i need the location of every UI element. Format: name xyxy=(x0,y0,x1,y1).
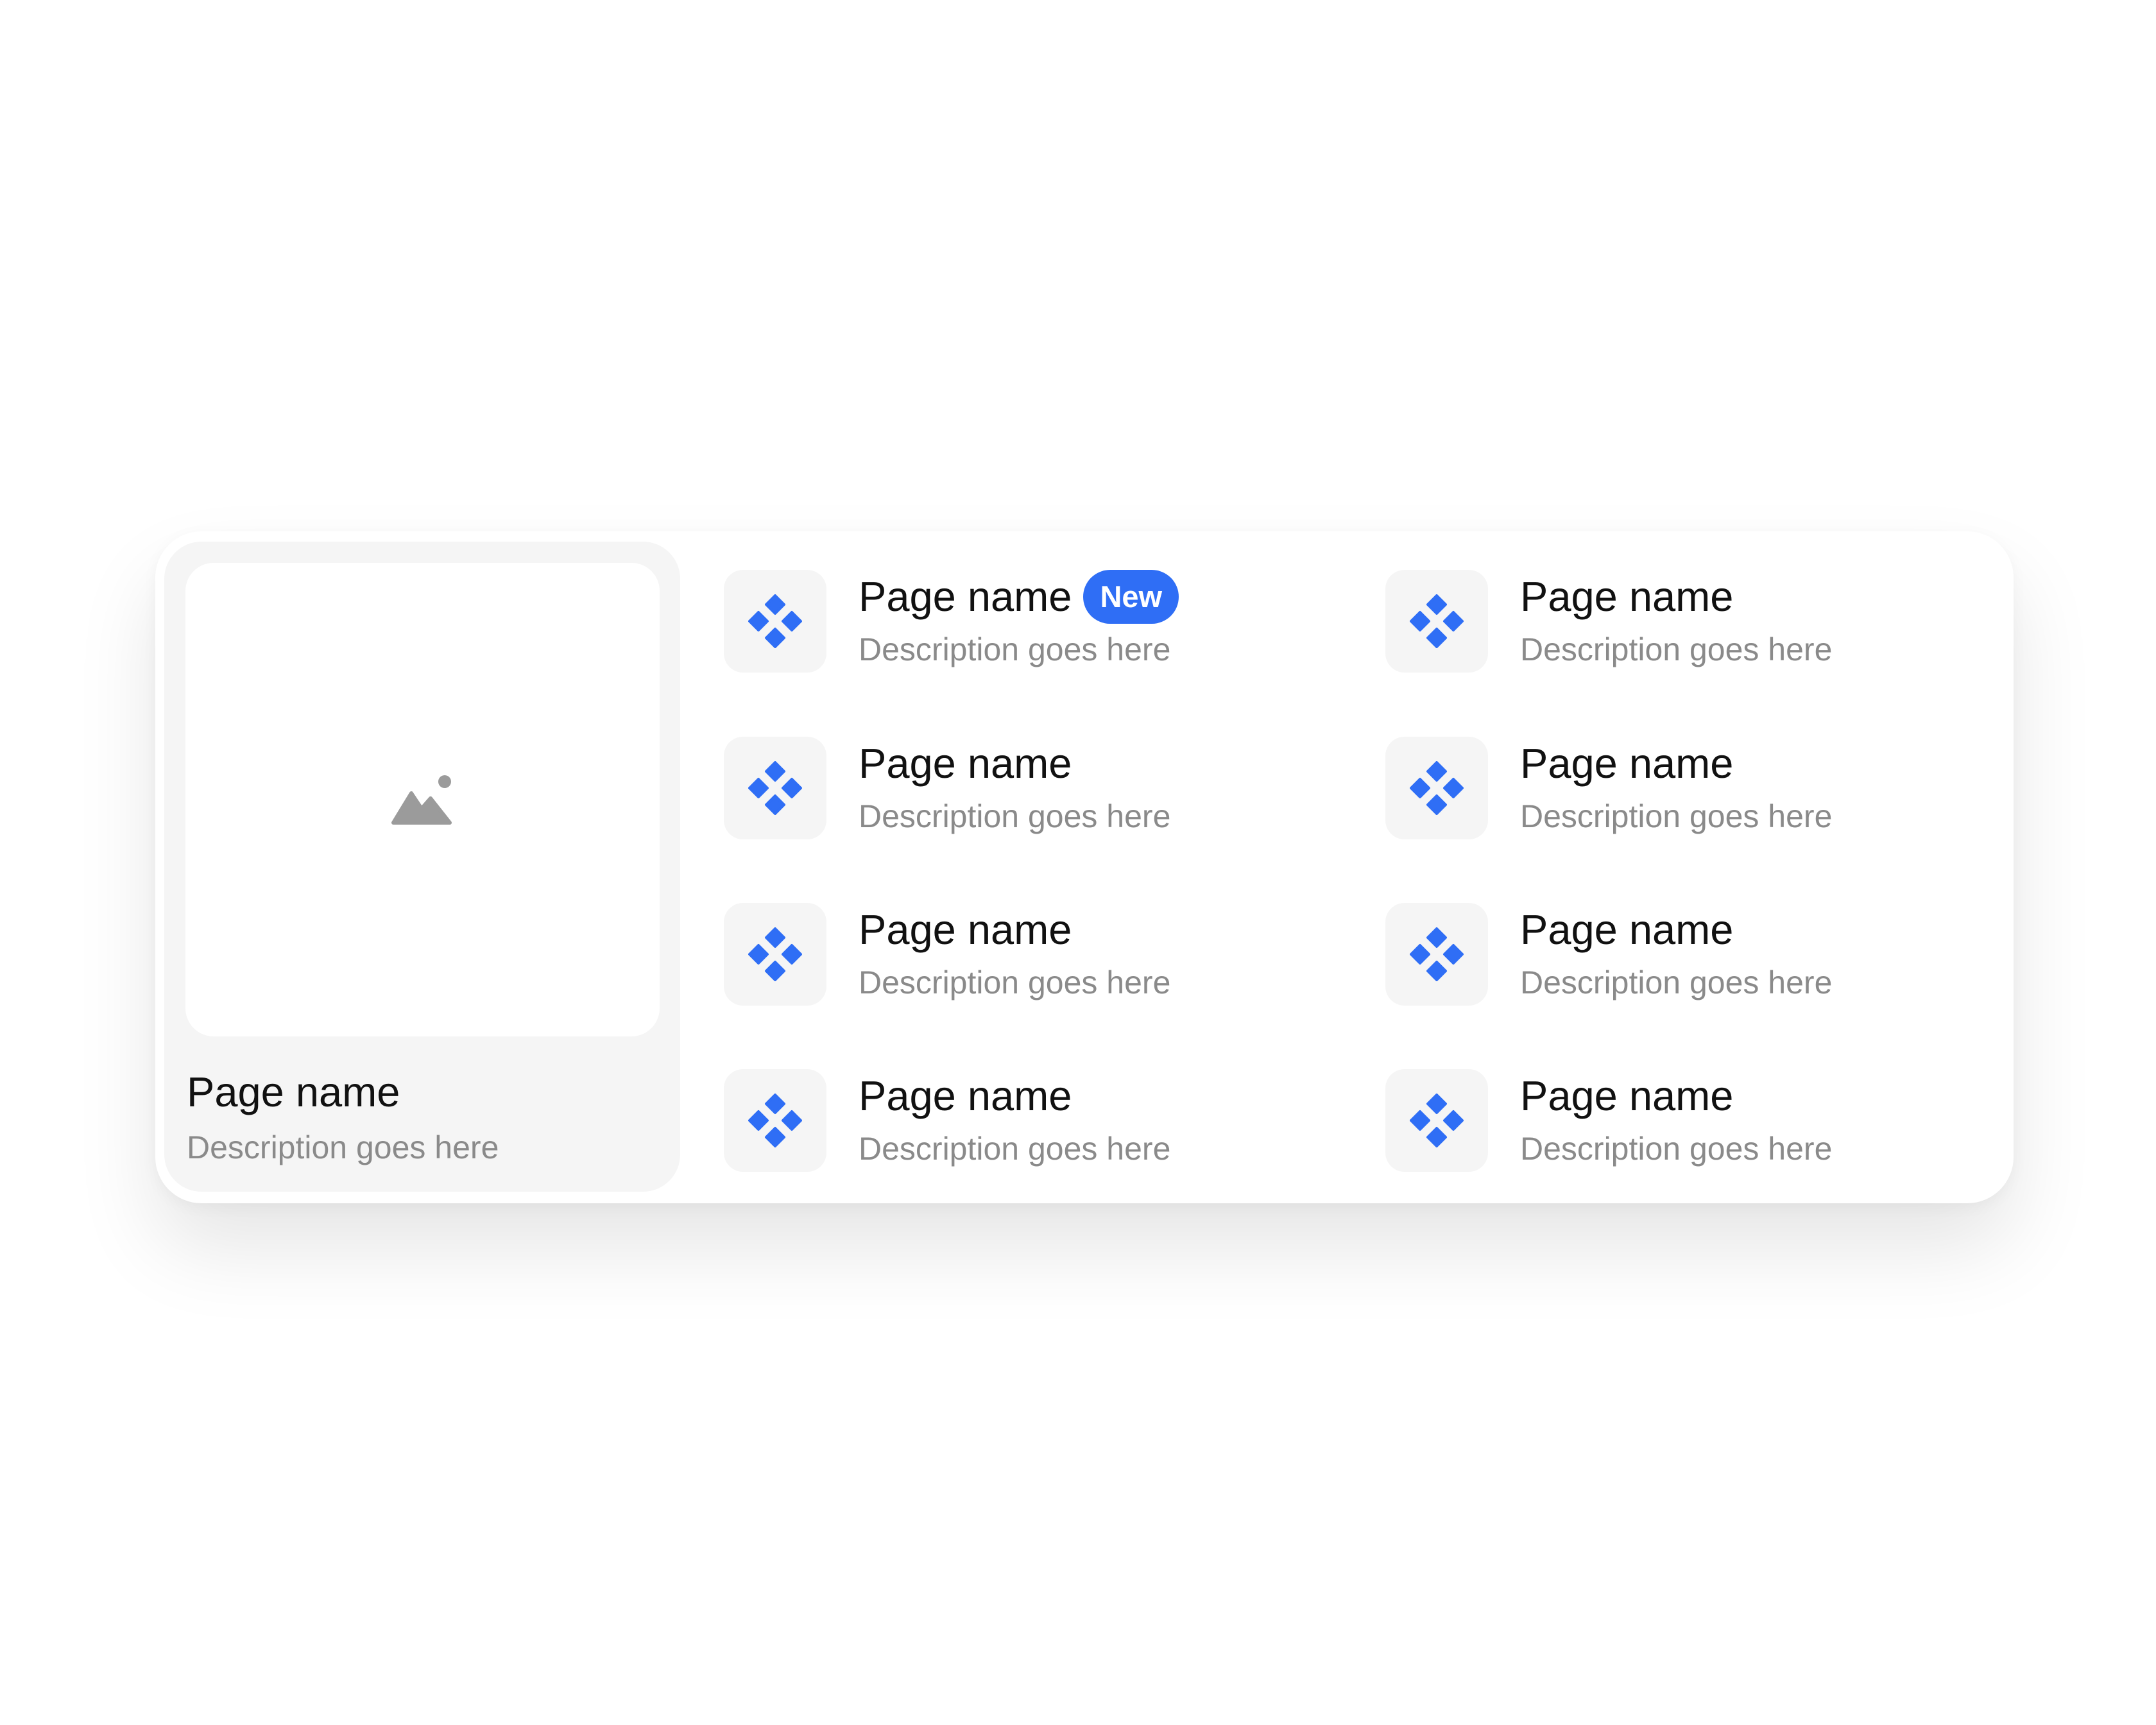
menu-item-8[interactable]: Page name Description goes here xyxy=(1385,1069,1963,1172)
menu-item-title: Page name xyxy=(859,740,1072,787)
component-icon xyxy=(1410,761,1464,815)
component-icon xyxy=(748,1094,802,1147)
icon-tile xyxy=(724,570,826,673)
menu-item-2[interactable]: Page name Description goes here xyxy=(724,737,1301,839)
component-icon xyxy=(748,594,802,648)
featured-page-title: Page name xyxy=(187,1068,400,1115)
menu-item-title: Page name xyxy=(859,1072,1072,1119)
menu-item-description: Description goes here xyxy=(1520,631,1833,667)
component-icon xyxy=(748,761,802,815)
icon-tile xyxy=(724,737,826,839)
menu-item-3[interactable]: Page name Description goes here xyxy=(724,903,1301,1006)
menu-item-1[interactable]: Page name New Description goes here xyxy=(724,570,1301,673)
component-icon xyxy=(748,927,802,981)
component-icon xyxy=(1410,927,1464,981)
new-badge: New xyxy=(1083,570,1179,624)
menu-item-title: Page name xyxy=(1520,1072,1734,1119)
icon-tile xyxy=(724,1069,826,1172)
menu-item-5[interactable]: Page name Description goes here xyxy=(1385,570,1963,673)
mega-menu-card: Page name Description goes here Page nam… xyxy=(155,531,2014,1203)
icon-tile xyxy=(1385,570,1488,673)
menu-item-description: Description goes here xyxy=(1520,1131,1833,1167)
menu-item-4[interactable]: Page name Description goes here xyxy=(724,1069,1301,1172)
icon-tile xyxy=(724,903,826,1006)
component-icon xyxy=(1410,594,1464,648)
menu-item-description: Description goes here xyxy=(859,965,1171,1000)
menu-item-title: Page name xyxy=(859,906,1072,953)
featured-image xyxy=(185,563,660,1036)
menu-item-title: Page name xyxy=(1520,906,1734,953)
menu-item-title: Page name xyxy=(1520,740,1734,787)
icon-tile xyxy=(1385,1069,1488,1172)
menu-item-title: Page name xyxy=(859,573,1072,620)
featured-page-description: Description goes here xyxy=(187,1129,499,1165)
menu-item-description: Description goes here xyxy=(859,1131,1171,1167)
featured-page-card[interactable]: Page name Description goes here xyxy=(164,542,680,1192)
menu-item-title: Page name xyxy=(1520,573,1734,620)
component-icon xyxy=(1410,1094,1464,1147)
icon-tile xyxy=(1385,737,1488,839)
menu-item-6[interactable]: Page name Description goes here xyxy=(1385,737,1963,839)
image-placeholder-icon xyxy=(391,775,452,825)
menu-item-description: Description goes here xyxy=(859,631,1171,667)
icon-tile xyxy=(1385,903,1488,1006)
menu-item-7[interactable]: Page name Description goes here xyxy=(1385,903,1963,1006)
menu-item-description: Description goes here xyxy=(1520,798,1833,834)
menu-item-description: Description goes here xyxy=(859,798,1171,834)
menu-item-description: Description goes here xyxy=(1520,965,1833,1000)
